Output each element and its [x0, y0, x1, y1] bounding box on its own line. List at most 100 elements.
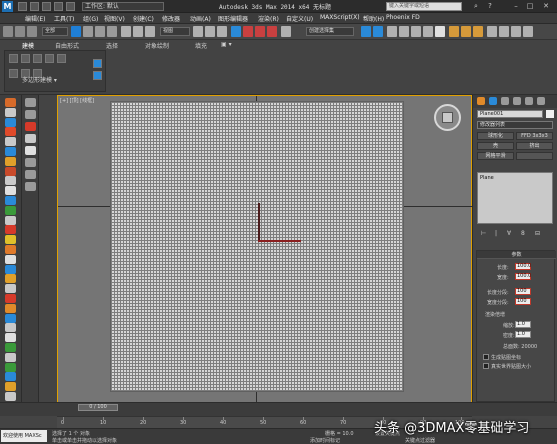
density-spinner[interactable]: 1.0: [515, 331, 531, 338]
proxy-icon[interactable]: [5, 392, 16, 401]
search-input[interactable]: 键入关键字或短语: [386, 2, 462, 11]
viewcube-face[interactable]: [442, 112, 453, 123]
polygon-icon[interactable]: [45, 54, 54, 63]
percent-snap-icon[interactable]: [255, 26, 265, 37]
open-file-icon[interactable]: [30, 2, 39, 11]
schematic-view-icon[interactable]: [423, 26, 433, 37]
gear-icon[interactable]: [5, 333, 16, 343]
box-icon[interactable]: [5, 107, 16, 117]
width-spinner[interactable]: 100.0: [515, 273, 531, 280]
add-time-tag-button[interactable]: 添加时间标记: [310, 437, 340, 444]
length-spinner[interactable]: 100.0: [515, 263, 531, 270]
hair-icon[interactable]: [5, 245, 16, 254]
spinner-snap-icon[interactable]: [267, 26, 277, 37]
terrain-icon[interactable]: [5, 382, 16, 392]
app-logo-icon[interactable]: M: [2, 1, 13, 12]
system-icon[interactable]: [5, 215, 16, 225]
cylinder-icon[interactable]: [5, 137, 16, 147]
render-setup-icon[interactable]: [449, 26, 459, 37]
shell-button[interactable]: 壳: [477, 142, 514, 150]
undo-icon[interactable]: [54, 2, 63, 11]
hierarchy-tab-icon[interactable]: [501, 97, 509, 105]
edit-named-selection-icon[interactable]: [281, 26, 291, 37]
menu-phoenix-fd[interactable]: Phoenix FD: [386, 14, 420, 21]
link-icon[interactable]: [25, 182, 36, 191]
trash-icon[interactable]: [25, 158, 36, 167]
real-world-map-checkbox[interactable]: [483, 363, 489, 369]
create-tab-icon[interactable]: [477, 97, 485, 105]
workspace-dropdown[interactable]: 工作区: 默认: [82, 2, 164, 11]
border-icon[interactable]: [33, 54, 42, 63]
ribbon-tab-object-paint[interactable]: 对象绘制: [145, 41, 169, 50]
light-icon[interactable]: [5, 176, 16, 186]
motion-tab-icon[interactable]: [513, 97, 521, 105]
unlink-icon[interactable]: [15, 26, 25, 37]
reference-coord-dropdown[interactable]: 视图: [160, 27, 190, 36]
particle-icon[interactable]: [5, 264, 16, 274]
menu-create[interactable]: 创建(C): [133, 14, 154, 23]
redo-icon[interactable]: [66, 2, 75, 11]
make-unique-icon[interactable]: ∀: [507, 230, 511, 237]
select-scale-icon[interactable]: [145, 26, 155, 37]
record-icon[interactable]: [25, 122, 36, 131]
object-icon[interactable]: [25, 146, 36, 155]
select-object-icon[interactable]: [71, 26, 81, 37]
show-end-result-stack-icon[interactable]: |: [495, 230, 497, 237]
ball-icon[interactable]: [5, 225, 16, 235]
vertex-icon[interactable]: [9, 54, 18, 63]
maximize-icon[interactable]: □: [524, 1, 536, 12]
menu-edit[interactable]: 编辑(E): [25, 14, 45, 23]
show-end-result-icon[interactable]: [93, 59, 102, 68]
menu-animation[interactable]: 动画(A): [190, 14, 211, 23]
meshsmooth-button[interactable]: 网格平滑: [477, 152, 514, 160]
curve-editor-icon[interactable]: [411, 26, 421, 37]
new-file-icon[interactable]: [18, 2, 27, 11]
angle-snap-icon[interactable]: [243, 26, 253, 37]
ribbon-tab-modeling[interactable]: 建模: [22, 41, 34, 50]
modifier-stack[interactable]: Plane: [477, 172, 553, 224]
menu-maxscript[interactable]: MAXScript(X): [320, 14, 360, 21]
pivot-center-icon[interactable]: [193, 26, 203, 37]
menu-help[interactable]: 帮助(H): [363, 14, 384, 23]
close-icon[interactable]: ✕: [540, 1, 552, 12]
scale-spinner[interactable]: 1.0: [515, 321, 531, 328]
material-icon[interactable]: [5, 166, 16, 176]
modifier-list-dropdown[interactable]: 修改器列表: [477, 121, 553, 129]
stack-item-plane[interactable]: Plane: [480, 175, 494, 181]
menu-tools[interactable]: 工具(T): [54, 14, 74, 23]
play-icon[interactable]: [25, 98, 36, 107]
object-name-field[interactable]: Plane001: [477, 110, 543, 118]
wind-icon[interactable]: [5, 372, 16, 382]
maxscript-listener[interactable]: 欢迎使用 MAXSc: [1, 430, 47, 442]
phoenix-icon[interactable]: [511, 26, 521, 37]
spacewarp-icon[interactable]: [5, 205, 16, 215]
minimize-icon[interactable]: –: [510, 1, 522, 12]
torus-icon[interactable]: [5, 147, 16, 156]
cloth-icon[interactable]: [5, 235, 16, 245]
gen-mapping-checkbox[interactable]: [483, 354, 489, 360]
viewport-top[interactable]: [+] [顶] [线框]: [57, 95, 473, 406]
layer-manager-icon[interactable]: [387, 26, 397, 37]
paint-icon[interactable]: [5, 313, 16, 323]
extra-tool-icon[interactable]: [523, 26, 533, 37]
dynamics-icon[interactable]: [5, 294, 16, 303]
search-icon[interactable]: ⌕: [470, 1, 482, 12]
shape-icon[interactable]: [5, 254, 16, 264]
sphere-icon[interactable]: [5, 117, 16, 127]
rendered-frame-icon[interactable]: [461, 26, 471, 37]
ribbon-tab-freeform[interactable]: 自由形式: [55, 41, 79, 50]
ribbon-toggle-icon[interactable]: ▣ ▾: [221, 41, 232, 48]
configure-sets-icon[interactable]: ⊟: [535, 230, 540, 237]
menu-customize[interactable]: 自定义(U): [286, 14, 313, 23]
save-file-icon[interactable]: [42, 2, 51, 11]
utilities-tab-icon[interactable]: [537, 97, 545, 105]
select-manipulate-icon[interactable]: [205, 26, 215, 37]
fluid-icon[interactable]: [5, 323, 16, 333]
spherify-button[interactable]: 球形化: [477, 132, 514, 140]
named-selection-dropdown[interactable]: 创建选择集: [306, 27, 354, 36]
ffd-button[interactable]: FFD 3x3x3: [516, 132, 553, 140]
menu-rendering[interactable]: 渲染(R): [258, 14, 279, 23]
select-link-icon[interactable]: [3, 26, 13, 37]
camera-icon[interactable]: [5, 186, 16, 196]
object-color-swatch[interactable]: [546, 110, 554, 118]
